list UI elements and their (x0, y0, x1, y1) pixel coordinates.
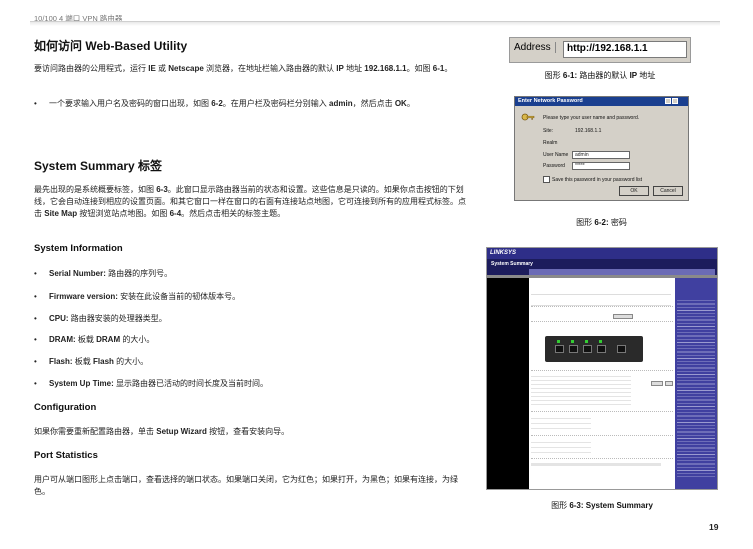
window-controls (664, 98, 686, 105)
port-4[interactable] (597, 345, 606, 353)
help-icon[interactable] (665, 98, 671, 104)
system-summary-figure: LINKSYS System Summary (486, 247, 718, 490)
system-information-heading: System Information (34, 243, 123, 254)
address-bar-figure: Address http://192.168.1.1 (509, 37, 691, 63)
port-statistics-text: 用户可从端口图形上点击端口，查看选择的端口状态。如果端口关闭，它为红色；如果打开… (34, 475, 458, 496)
section-label: System Summary (491, 261, 533, 267)
port-2[interactable] (569, 345, 578, 353)
dialog-prompt: Please type your user name and password. (543, 115, 640, 121)
close-icon[interactable] (672, 98, 678, 104)
router-port-graphic (545, 336, 643, 362)
page-number: 19 (709, 522, 719, 532)
renew-button[interactable] (665, 381, 673, 386)
site-label: Site: (543, 128, 554, 134)
grey-rule (487, 275, 717, 278)
user-name-label: User Name (543, 152, 569, 158)
setup-wizard-button[interactable] (613, 314, 633, 319)
port-3[interactable] (583, 345, 592, 353)
configuration-heading: Configuration (34, 402, 97, 413)
figure-caption-6-1: 图形 6-1: 路由器的默认 IP 地址 (544, 71, 656, 80)
address-input[interactable]: http://192.168.1.1 (563, 41, 687, 58)
section-title-summary: System Summary 标签 (34, 159, 163, 173)
site-value: 192.168.1.1 (575, 128, 602, 134)
figure-caption-6-2: 图形 6-2: 密码 (576, 218, 627, 227)
save-password-checkbox[interactable]: Save this password in your password list (543, 176, 642, 183)
ok-button[interactable]: OK (619, 186, 649, 196)
sitemap-text (677, 298, 715, 478)
password-dialog-figure: Enter Network Password Please type your … (514, 96, 689, 201)
linksys-topbar: LINKSYS (487, 248, 717, 259)
user-name-field[interactable]: admin (572, 151, 630, 159)
bullet-dot: • (34, 99, 37, 108)
port-statistics-heading: Port Statistics (34, 450, 98, 461)
release-button[interactable] (651, 381, 663, 386)
address-label: Address (514, 42, 556, 53)
realm-label: Realm (543, 140, 558, 146)
header-shade (30, 22, 720, 26)
figure-caption-6-3: 图形 6-3: System Summary (551, 501, 653, 510)
summary-intro: 最先出现的是系统概要标签，如图 6-3。此窗口显示路由器当前的状态和设置。这些信… (34, 185, 466, 218)
password-field[interactable]: ***** (572, 162, 630, 170)
configuration-text: 如果你需要重新配置路由器，单击 Setup Wizard 按钮，查看安装向导。 (34, 427, 290, 436)
cancel-button[interactable]: Cancel (653, 186, 683, 196)
linksys-logo: LINKSYS (490, 250, 517, 256)
port-internet[interactable] (617, 345, 626, 353)
section-title-access: 如何访问 Web-Based Utility (34, 39, 188, 53)
key-icon (521, 113, 535, 121)
left-panel (487, 275, 529, 489)
port-1[interactable] (555, 345, 564, 353)
password-label: Password (543, 163, 565, 169)
access-intro: 要访问路由器的公用程式，运行 IE 或 Netscape 浏览器，在地址栏输入路… (34, 64, 453, 73)
dialog-titlebar: Enter Network Password (515, 97, 688, 106)
